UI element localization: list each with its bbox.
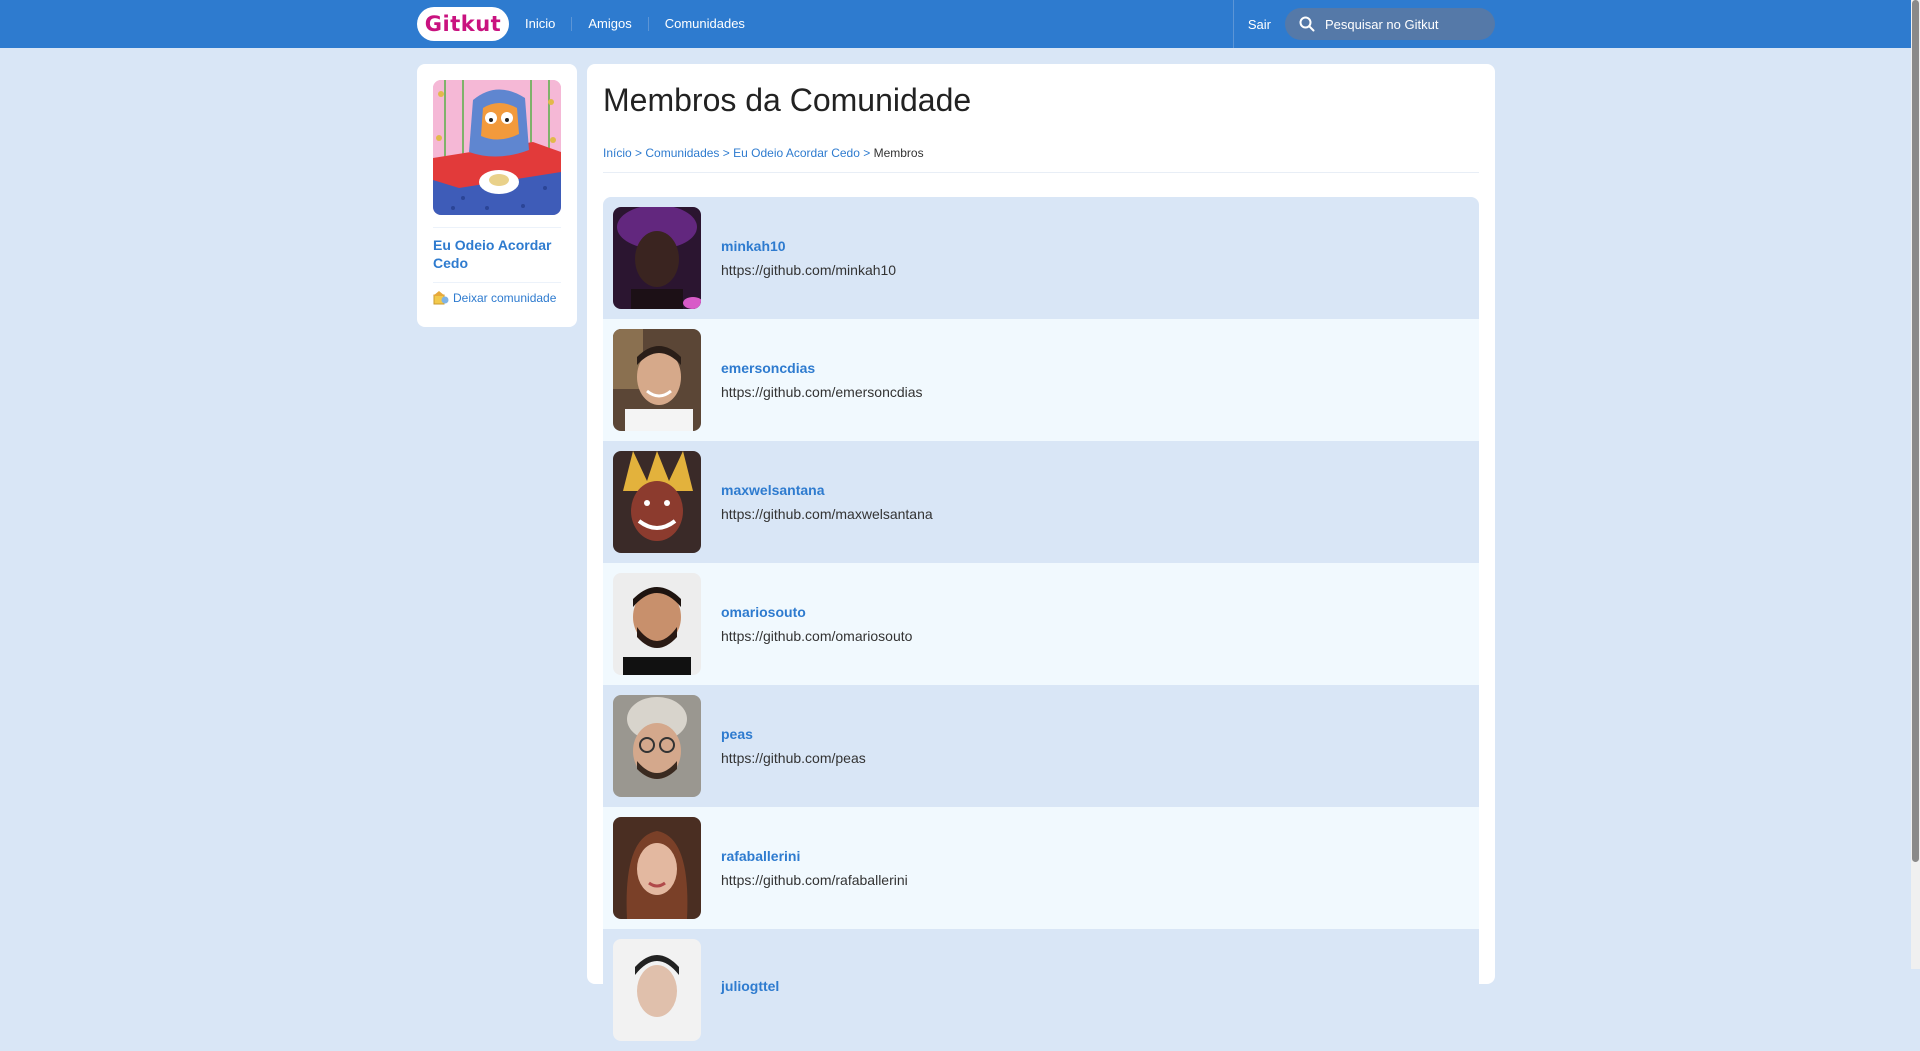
community-name-link[interactable]: Eu Odeio Acordar Cedo [433,236,561,272]
member-name-link[interactable]: minkah10 [721,238,896,254]
avatar[interactable] [613,207,701,309]
search-input[interactable] [1325,16,1475,32]
community-image [433,80,561,215]
breadcrumb-separator: > [863,146,871,160]
member-row: omariosouto https://github.com/omariosou… [603,563,1479,685]
breadcrumb-community[interactable]: Eu Odeio Acordar Cedo [733,146,860,160]
member-row: maxwelsantana https://github.com/maxwels… [603,441,1479,563]
scrollbar-thumb[interactable] [1912,0,1919,862]
avatar[interactable] [613,817,701,919]
logout-link[interactable]: Sair [1232,0,1271,48]
member-name-link[interactable]: rafaballerini [721,848,908,864]
member-name-link[interactable]: maxwelsantana [721,482,933,498]
search-icon [1299,16,1315,32]
breadcrumb-current: Membros [873,146,924,160]
breadcrumb-comunidades[interactable]: Comunidades [645,146,719,160]
member-row: peas https://github.com/peas [603,685,1479,807]
top-bar-inner: Gitkut Inicio Amigos Comunidades Sair [417,0,1495,48]
member-url: https://github.com/emersoncdias [721,384,923,400]
member-info: maxwelsantana https://github.com/maxwels… [721,482,933,522]
member-url: https://github.com/minkah10 [721,262,897,278]
sidebar-divider [433,227,561,228]
member-url: https://github.com/peas [721,750,866,766]
member-url: https://github.com/maxwelsantana [721,506,933,522]
member-url: https://github.com/rafaballerini [721,872,908,888]
leave-community-label: Deixar comunidade [453,291,557,305]
leave-community-icon [433,291,449,305]
community-sidebar: Eu Odeio Acordar Cedo Deixar comunidade [417,64,577,327]
page-title: Membros da Comunidade [603,82,972,118]
member-row: minkah10 https://github.com/minkah10 [603,197,1479,319]
member-name-link[interactable]: emersoncdias [721,360,923,376]
member-row: rafaballerini https://github.com/rafabal… [603,807,1479,929]
breadcrumb: Início > Comunidades > Eu Odeio Acordar … [603,146,1479,173]
avatar[interactable] [613,695,701,797]
member-row: emersoncdias https://github.com/emersonc… [603,319,1479,441]
leave-community-link[interactable]: Deixar comunidade [433,291,561,305]
search-box[interactable] [1285,8,1495,40]
breadcrumb-separator: > [635,146,643,160]
member-name-link[interactable]: peas [721,726,866,742]
breadcrumb-inicio[interactable]: Início [603,146,632,160]
nav-comunidades[interactable]: Comunidades [647,17,761,31]
member-name-link[interactable]: juliogttel [721,978,779,994]
avatar[interactable] [613,939,701,1041]
top-bar: Gitkut Inicio Amigos Comunidades Sair [0,0,1920,48]
nav-inicio[interactable]: Inicio [525,17,571,31]
main-nav: Inicio Amigos Comunidades [525,0,761,48]
scrollbar-track[interactable] [1911,0,1920,969]
avatar[interactable] [613,573,701,675]
member-info: rafaballerini https://github.com/rafabal… [721,848,908,888]
gitkut-logo[interactable]: Gitkut [417,7,509,41]
member-info: omariosouto https://github.com/omariosou… [721,604,912,644]
member-row: juliogttel [603,929,1479,1051]
member-url: https://github.com/omariosouto [721,628,913,644]
member-info: peas https://github.com/peas [721,726,866,766]
members-panel: Membros da Comunidade Início > Comunidad… [587,64,1495,1051]
sidebar-divider [433,282,561,283]
member-name-link[interactable]: omariosouto [721,604,912,620]
avatar[interactable] [613,329,701,431]
avatar[interactable] [613,451,701,553]
member-info: juliogttel [721,978,779,1002]
members-list: minkah10 https://github.com/minkah10 eme… [603,197,1479,1051]
member-info: minkah10 https://github.com/minkah10 [721,238,896,278]
breadcrumb-separator: > [722,146,730,160]
nav-amigos[interactable]: Amigos [571,17,647,31]
member-info: emersoncdias https://github.com/emersonc… [721,360,923,400]
